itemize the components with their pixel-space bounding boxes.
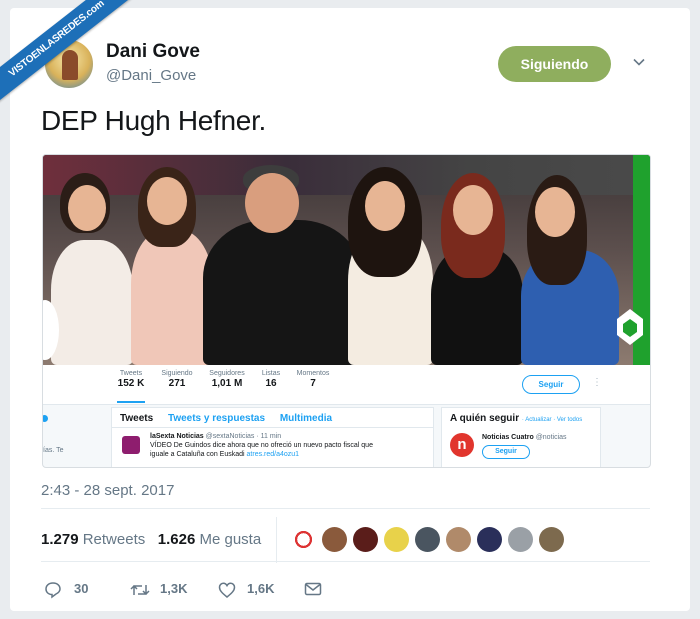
stat-moments[interactable]: Momentos 7	[295, 370, 331, 389]
noticias-cuatro-avatar: n	[450, 433, 474, 457]
tab-replies[interactable]: Tweets y respuestas	[168, 413, 265, 424]
liker-avatar[interactable]	[415, 527, 440, 552]
liker-avatar[interactable]	[322, 527, 347, 552]
divider	[276, 517, 277, 563]
engagement-counts: 1.279 Retweets 1.626 Me gusta	[41, 531, 262, 548]
author-handle[interactable]: @Dani_Gove	[106, 67, 196, 84]
stat-followers[interactable]: Seguidores 1,01 M	[208, 370, 246, 389]
who-to-follow-box: A quién seguir · Actualizar · Ver todos …	[441, 407, 601, 467]
stat-following[interactable]: Siguiendo 271	[160, 370, 194, 389]
lasexta-avatar	[122, 436, 140, 454]
liker-avatar[interactable]	[384, 527, 409, 552]
divider	[41, 508, 650, 509]
embedded-timeline: Tweets Tweets y respuestas Multimedia la…	[111, 407, 434, 467]
tweet-timestamp[interactable]: 2:43 - 28 sept. 2017	[41, 482, 174, 499]
timeline-item[interactable]: laSexta Noticias @sextaNoticias · 11 min…	[112, 428, 433, 459]
divider	[41, 561, 650, 562]
author-name[interactable]: Dani Gove	[106, 41, 200, 63]
retweet-count[interactable]: 1.279	[41, 531, 79, 548]
more-options-icon[interactable]: ⋮	[592, 377, 602, 388]
like-count[interactable]: 1.626	[158, 531, 196, 548]
stat-lists[interactable]: Listas 16	[261, 370, 281, 389]
retweet-action-count: 1,3K	[160, 581, 188, 596]
tweet-card: Dani Gove @Dani_Gove Siguiendo DEP Hugh …	[10, 8, 690, 611]
profile-banner-image	[43, 155, 650, 365]
liker-avatar[interactable]	[508, 527, 533, 552]
reply-count: 30	[74, 581, 89, 596]
liker-avatar[interactable]	[539, 527, 564, 552]
like-action-count: 1,6K	[247, 581, 275, 596]
liker-avatar[interactable]	[446, 527, 471, 552]
tweet-image[interactable]: Tweets 152 K Siguiendo 271 Seguidores 1,01 …	[42, 154, 651, 468]
following-button[interactable]: Siguiendo	[498, 46, 611, 82]
chevron-down-icon[interactable]	[633, 56, 645, 68]
tweet-text: DEP Hugh Hefner.	[41, 105, 267, 136]
lasexta-logo-icon	[617, 309, 643, 345]
tab-tweets[interactable]: Tweets	[120, 413, 153, 424]
envelope-icon[interactable]	[304, 581, 322, 597]
embedded-follow-button[interactable]: Seguir	[522, 375, 580, 394]
heart-icon[interactable]	[218, 581, 236, 599]
retweet-icon[interactable]	[130, 581, 150, 599]
liker-avatar[interactable]	[477, 527, 502, 552]
reply-icon[interactable]	[44, 581, 62, 599]
tab-media[interactable]: Multimedia	[280, 413, 332, 424]
liker-avatar[interactable]	[353, 527, 378, 552]
liker-avatar[interactable]	[291, 527, 316, 552]
left-column: ías. Te	[43, 300, 105, 467]
stat-tweets[interactable]: Tweets 152 K	[117, 370, 145, 403]
suggest-follow-button[interactable]: Seguir	[482, 445, 530, 459]
